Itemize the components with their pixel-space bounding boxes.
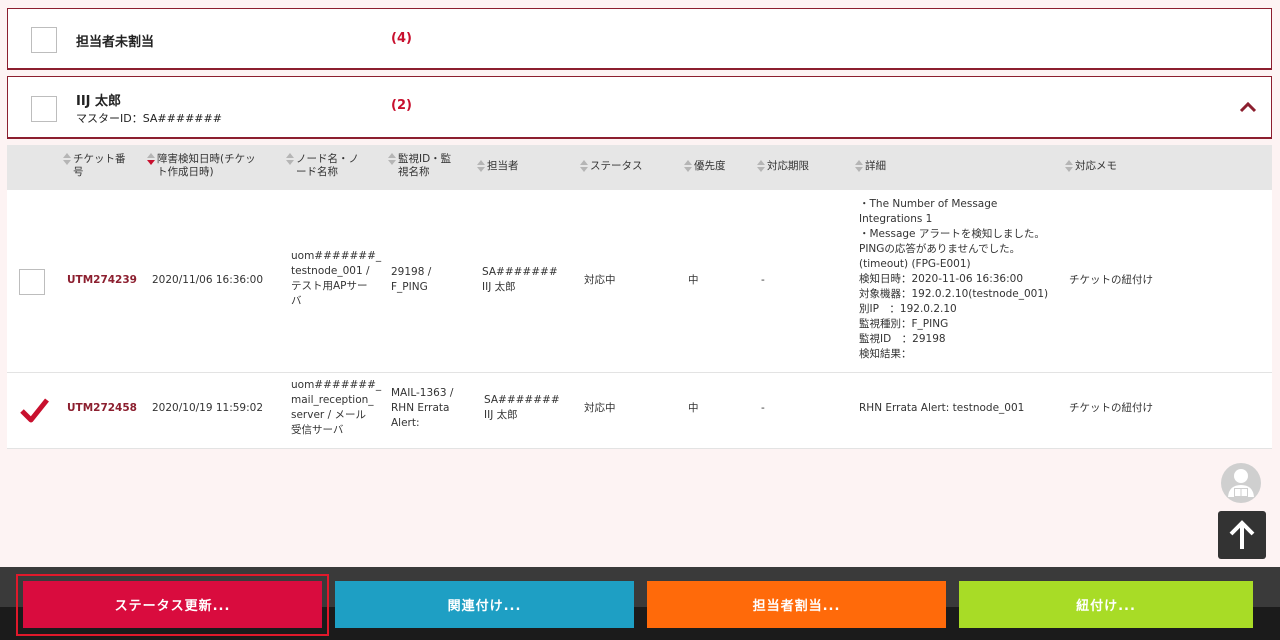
col-assignee[interactable]: 担当者 — [477, 160, 519, 173]
node-name: uom#######_ testnode_001 /テスト用APサーバ — [291, 250, 382, 307]
group-assignee[interactable]: IIJ 太郎 マスターID：SA####### (2) — [7, 76, 1272, 139]
row-checkbox[interactable] — [19, 269, 45, 295]
memo-value: チケットの紐付け — [1069, 274, 1153, 286]
user-manual-button[interactable] — [1221, 463, 1261, 503]
col-detail[interactable]: 詳細 — [855, 160, 886, 173]
group-name: 担当者未割当 — [76, 35, 155, 50]
ticket-number-link[interactable]: UTM272458 — [67, 401, 137, 416]
group-count: (2) — [391, 98, 412, 113]
group-name: IIJ 太郎 — [76, 94, 122, 109]
relate-button[interactable]: 関連付け... — [335, 581, 634, 628]
scroll-to-top-button[interactable] — [1218, 511, 1266, 559]
sort-icon[interactable] — [855, 160, 863, 173]
sort-icon[interactable] — [757, 160, 765, 173]
col-ticket-number[interactable]: チケット番号 — [63, 153, 126, 179]
sort-icon[interactable] — [286, 153, 294, 166]
arrow-up-icon — [1229, 520, 1255, 549]
detail-text: RHN Errata Alert: testnode_001 — [859, 402, 1025, 414]
priority-value: 中 — [688, 402, 699, 414]
status-value: 対応中 — [584, 274, 616, 286]
col-monitor-id[interactable]: 監視ID・監 視名称 — [388, 153, 451, 179]
user-icon — [1228, 469, 1254, 497]
group-unassigned[interactable]: 担当者未割当 (4) — [7, 8, 1272, 70]
assignee: SA####### IIJ 太郎 — [484, 394, 560, 421]
sort-icon[interactable] — [388, 153, 396, 166]
table-row[interactable]: UTM274239 2020/11/06 16:36:00 uom#######… — [7, 190, 1272, 373]
detail-text: ・The Number of Message Integrations 1 ・M… — [859, 198, 1049, 360]
assign-button[interactable]: 担当者割当... — [647, 581, 946, 628]
status-update-button[interactable]: ステータス更新... — [23, 581, 322, 628]
sort-icon[interactable] — [580, 160, 588, 173]
group-master-id: マスターID：SA####### — [76, 112, 222, 125]
table-header: チケット番号 障害検知日時(チケッ ト作成日時) ノード名・ノ ード名称 監視ID・… — [7, 145, 1272, 190]
sort-icon[interactable] — [63, 153, 71, 166]
col-priority[interactable]: 優先度 — [684, 160, 726, 173]
ticket-table: チケット番号 障害検知日時(チケッ ト作成日時) ノード名・ノ ード名称 監視ID・… — [7, 145, 1272, 449]
sort-icon[interactable] — [684, 160, 692, 173]
col-node-name[interactable]: ノード名・ノ ード名称 — [286, 153, 359, 179]
action-bar: ステータス更新... 関連付け... 担当者割当... 紐付け... — [0, 567, 1280, 640]
col-status[interactable]: ステータス — [580, 160, 643, 173]
sort-icon[interactable] — [1065, 160, 1073, 173]
priority-value: 中 — [688, 274, 699, 286]
group-checkbox[interactable] — [31, 27, 57, 53]
node-name: uom#######_ mail_reception_ server / メール 受信… — [291, 379, 382, 436]
assignee: SA####### IIJ 太郎 — [482, 266, 558, 293]
deadline-value: - — [761, 274, 765, 286]
checkmark-icon — [20, 398, 49, 423]
deadline-value: - — [761, 402, 765, 414]
sort-icon[interactable] — [477, 160, 485, 173]
sort-desc-icon[interactable] — [147, 153, 155, 166]
detected-datetime: 2020/11/06 16:36:00 — [152, 274, 264, 286]
monitor-id: MAIL-1363 /RHN Errata Alert: — [391, 387, 454, 429]
col-memo[interactable]: 対応メモ — [1065, 160, 1117, 173]
detected-datetime: 2020/10/19 11:59:02 — [152, 402, 264, 414]
chevron-up-icon[interactable] — [1239, 101, 1257, 113]
group-checkbox[interactable] — [31, 96, 57, 122]
status-value: 対応中 — [584, 402, 616, 414]
monitor-id: 29198 /F_PING — [391, 266, 432, 293]
group-count: (4) — [391, 31, 412, 46]
col-detected-datetime[interactable]: 障害検知日時(チケッ ト作成日時) — [147, 153, 256, 179]
memo-value: チケットの紐付け — [1069, 402, 1153, 414]
row-checkbox-checked[interactable] — [19, 397, 49, 423]
table-row[interactable]: UTM272458 2020/10/19 11:59:02 uom#######… — [7, 373, 1272, 449]
link-button[interactable]: 紐付け... — [959, 581, 1253, 628]
col-deadline[interactable]: 対応期限 — [757, 160, 809, 173]
ticket-number-link[interactable]: UTM274239 — [67, 273, 137, 288]
